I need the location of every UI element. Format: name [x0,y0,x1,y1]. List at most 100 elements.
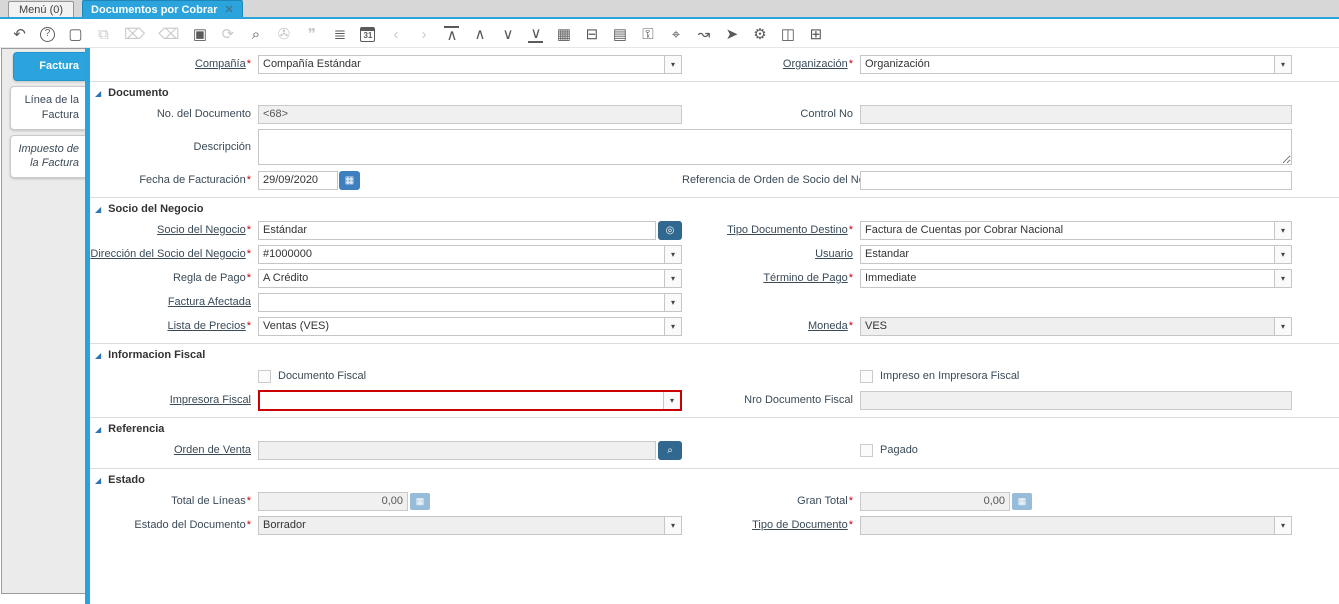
tab-documentos-por-cobrar[interactable]: Documentos por Cobrar ✕ [82,0,243,17]
control-no-field [860,104,1292,124]
impresora-fiscal-select[interactable]: ▾ [258,389,682,411]
section-estado: ◢ Estado [90,468,1339,489]
bpartner-search-icon[interactable]: ◎ [658,220,682,240]
tipo-doc-destino-select[interactable]: Factura de Cuentas por Cobrar Nacional ▾ [860,220,1292,240]
collapse-icon[interactable]: ◢ [95,476,101,485]
usuario-label[interactable]: Usuario [682,248,860,260]
chevron-down-icon[interactable]: ▾ [664,245,681,263]
direccion-socio-select[interactable]: #1000000 ▾ [258,244,682,264]
collapse-icon[interactable]: ◢ [95,425,101,434]
referencia-orden-input[interactable] [860,170,1292,190]
calculator-icon[interactable]: ▦ [1012,492,1032,510]
first-record-icon[interactable]: ∧ [444,25,460,43]
termino-pago-label[interactable]: Término de Pago* [682,272,860,284]
moneda-select[interactable]: VES ▾ [860,316,1292,336]
chat-icon[interactable]: ❞ [304,27,319,42]
tab-factura[interactable]: Factura [13,52,85,81]
tab-menu[interactable]: Menú (0) [8,1,75,17]
estado-documento-select[interactable]: Borrador ▾ [258,515,682,535]
fecha-facturacion-input[interactable] [258,170,338,190]
socio-negocio-input[interactable] [258,220,656,240]
zoom-window-icon[interactable]: ⌖ [668,27,683,42]
regla-pago-select[interactable]: A Crédito ▾ [258,268,682,288]
total-lineas-label: Total de Líneas* [171,495,251,507]
calculator-icon[interactable]: ▦ [410,492,430,510]
documento-fiscal-checkbox[interactable] [258,369,271,383]
previous-tab-icon[interactable]: ‹ [388,27,403,42]
chevron-down-icon[interactable]: ▾ [1274,269,1291,287]
delete-selection-icon[interactable]: ⌫ [158,27,179,42]
report-icon[interactable]: ▦ [556,27,571,42]
lock-icon[interactable]: ⚿ [640,27,655,42]
section-referencia: ◢ Referencia [90,417,1339,438]
pagado-label: Pagado [880,444,918,456]
factura-afectada-label[interactable]: Factura Afectada [90,296,258,308]
save-icon[interactable]: ▣ [192,27,207,42]
delete-record-icon[interactable]: ⌦ [124,27,145,42]
next-tab-icon[interactable]: › [416,27,431,42]
impresora-fiscal-label[interactable]: Impresora Fiscal [90,394,258,406]
chevron-down-icon[interactable]: ▾ [1274,55,1291,73]
report-find-icon[interactable]: ◫ [780,27,795,42]
tab-linea-de-la-factura[interactable]: Línea de la Factura [10,85,85,130]
descripcion-textarea[interactable] [258,129,1292,165]
usuario-select[interactable]: Estandar ▾ [860,244,1292,264]
tab-label: Documentos por Cobrar [91,3,218,16]
lista-precios-label[interactable]: Lista de Precios* [90,320,258,332]
copy-record-icon[interactable]: ⧉ [96,27,111,42]
orden-venta-label[interactable]: Orden de Venta [90,444,258,456]
compania-label[interactable]: Compañía* [90,58,258,70]
factura-afectada-select[interactable]: ▾ [258,292,682,312]
tab-impuesto-de-la-factura[interactable]: Impuesto de la Factura [10,134,85,179]
close-icon[interactable]: ✕ [225,3,234,16]
moneda-label[interactable]: Moneda* [682,320,860,332]
organizacion-select[interactable]: Organización ▾ [860,54,1292,74]
control-no-label: Control No [800,108,853,120]
grid-toggle-icon[interactable]: ≣ [332,27,347,42]
last-record-icon[interactable]: ∨ [528,26,544,43]
help-icon[interactable]: ? [40,26,55,42]
chevron-down-icon[interactable]: ▾ [664,269,681,287]
find-icon[interactable]: ⌕ [248,27,263,42]
chevron-down-icon[interactable]: ▾ [1274,245,1291,263]
refresh-icon[interactable]: ⟳ [220,27,235,42]
chevron-down-icon[interactable]: ▾ [664,55,681,73]
next-record-icon[interactable]: ∨ [500,27,515,42]
impreso-impresora-fiscal-checkbox[interactable] [860,369,873,383]
socio-negocio-label[interactable]: Socio del Negocio* [90,224,258,236]
new-record-icon[interactable]: ▢ [68,27,83,42]
chevron-down-icon[interactable]: ▾ [664,516,681,534]
chevron-down-icon[interactable]: ▾ [663,391,680,409]
chevron-down-icon[interactable]: ▾ [1274,317,1291,335]
memo-icon[interactable]: ⊞ [808,27,823,42]
tipo-doc-destino-label[interactable]: Tipo Documento Destino* [682,224,860,236]
chevron-down-icon[interactable]: ▾ [1274,221,1291,239]
compania-select[interactable]: Compañía Estándar ▾ [258,54,682,74]
undo-icon[interactable]: ↶ [12,27,27,42]
tipo-documento-select[interactable]: ▾ [860,515,1292,535]
collapse-icon[interactable]: ◢ [95,205,101,214]
pagado-checkbox[interactable] [860,443,873,457]
archive-icon[interactable]: ⊟ [584,27,599,42]
organizacion-label[interactable]: Organización* [682,58,860,70]
direccion-socio-label[interactable]: Dirección del Socio del Negocio* [90,248,258,260]
tipo-documento-label[interactable]: Tipo de Documento* [682,519,860,531]
previous-record-icon[interactable]: ∧ [472,27,487,42]
termino-pago-select[interactable]: Immediate ▾ [860,268,1292,288]
orden-venta-search-icon[interactable]: ⌕ [658,440,682,460]
calendar-icon[interactable]: 31 [360,26,376,42]
print-icon[interactable]: ▤ [612,27,627,42]
chevron-down-icon[interactable]: ▾ [1274,516,1291,534]
calendar-picker-icon[interactable]: ▦ [339,170,360,190]
no-documento-field: <68> [258,104,682,124]
collapse-icon[interactable]: ◢ [95,89,101,98]
chevron-down-icon[interactable]: ▾ [664,317,681,335]
send-icon[interactable]: ➤ [724,27,739,42]
chevron-down-icon[interactable]: ▾ [664,293,681,311]
workflow-icon[interactable]: ↝ [696,27,711,42]
lista-precios-select[interactable]: Ventas (VES) ▾ [258,316,682,336]
section-documento: ◢ Documento [90,81,1339,102]
settings-icon[interactable]: ⚙ [752,27,767,42]
attachment-icon[interactable]: ✇ [276,27,291,42]
collapse-icon[interactable]: ◢ [95,351,101,360]
